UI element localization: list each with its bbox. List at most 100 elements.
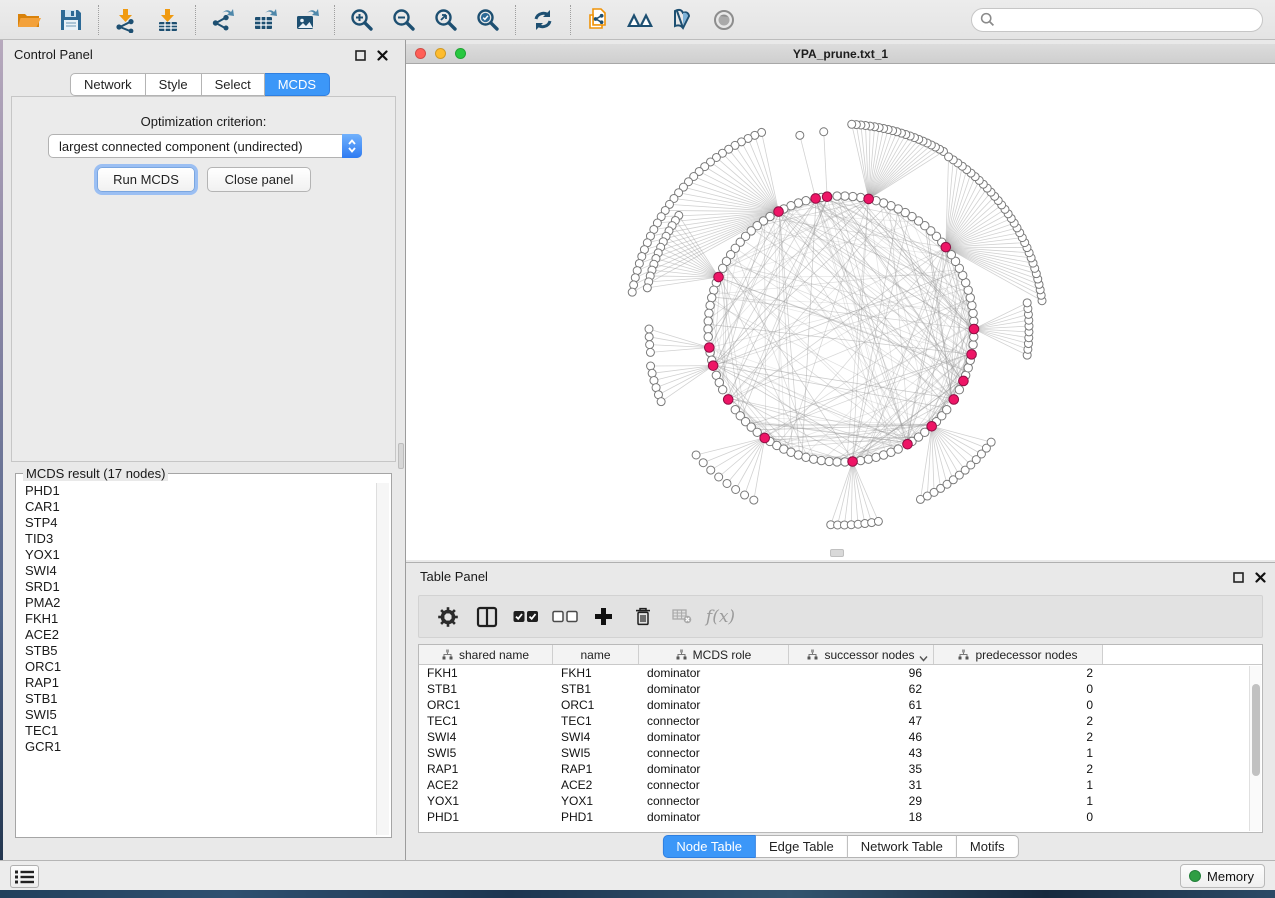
column-pane-button[interactable] <box>471 601 503 633</box>
mcds-result-item[interactable]: TEC1 <box>18 723 389 739</box>
task-history-button[interactable] <box>10 865 39 888</box>
table-cell: 1 <box>934 778 1103 792</box>
mcds-result-item[interactable]: TID3 <box>18 531 389 547</box>
float-panel-button[interactable] <box>353 48 367 62</box>
criterion-select[interactable]: largest connected component (undirected) <box>48 134 362 158</box>
close-panel-button[interactable] <box>375 48 389 62</box>
column-header-name[interactable]: name <box>553 645 639 664</box>
mcds-result-item[interactable]: CAR1 <box>18 499 389 515</box>
tab-network[interactable]: Network <box>70 73 146 96</box>
column-header-predecessor-nodes[interactable]: predecessor nodes <box>934 645 1103 664</box>
main-toolbar <box>0 0 1275 40</box>
memory-button[interactable]: Memory <box>1180 864 1265 888</box>
zoom-fit-button[interactable] <box>429 3 463 37</box>
close-mcds-panel-button[interactable]: Close panel <box>207 167 311 192</box>
table-cell: connector <box>639 746 789 760</box>
horizontal-splitter-grip[interactable] <box>830 549 844 557</box>
column-header-successor-nodes[interactable]: successor nodes <box>789 645 934 664</box>
export-network-button[interactable] <box>206 3 240 37</box>
mcds-result-item[interactable]: YOX1 <box>18 547 389 563</box>
mcds-result-item[interactable]: STB1 <box>18 691 389 707</box>
mcds-result-item[interactable]: PMA2 <box>18 595 389 611</box>
binoculars-icon <box>626 7 654 33</box>
window-maximize-button[interactable] <box>455 48 466 59</box>
mcds-result-item[interactable]: ORC1 <box>18 659 389 675</box>
eye-button[interactable] <box>707 3 741 37</box>
float-table-panel-button[interactable] <box>1231 570 1245 584</box>
table-cell: ORC1 <box>419 698 553 712</box>
tab-motifs[interactable]: Motifs <box>957 835 1019 858</box>
table-row[interactable]: SWI4SWI4dominator462 <box>419 729 1262 745</box>
column-header-shared-name[interactable]: shared name <box>419 645 553 664</box>
delete-column-button[interactable] <box>627 601 659 633</box>
mcds-result-item[interactable]: SWI5 <box>18 707 389 723</box>
save-button[interactable] <box>54 3 88 37</box>
mcds-result-item[interactable]: GCR1 <box>18 739 389 755</box>
zoom-selected-button[interactable] <box>471 3 505 37</box>
table-row[interactable]: STB1STB1dominator620 <box>419 681 1262 697</box>
network-canvas[interactable] <box>406 64 1275 560</box>
settings-gear-icon <box>436 605 460 629</box>
close-table-panel-button[interactable] <box>1253 570 1267 584</box>
tab-node-table[interactable]: Node Table <box>662 835 756 858</box>
panel-splitter[interactable] <box>397 40 406 860</box>
export-image-button[interactable] <box>290 3 324 37</box>
table-row[interactable]: YOX1YOX1connector291 <box>419 793 1262 809</box>
select-all-button[interactable] <box>510 601 542 633</box>
table-row[interactable]: ORC1ORC1dominator610 <box>419 697 1262 713</box>
network-window-titlebar[interactable]: YPA_prune.txt_1 <box>406 44 1275 64</box>
tab-select[interactable]: Select <box>202 73 265 96</box>
refresh-button[interactable] <box>526 3 560 37</box>
result-scrollbar[interactable] <box>376 483 389 835</box>
table-settings-button[interactable] <box>432 601 464 633</box>
mcds-result-item[interactable]: SRD1 <box>18 579 389 595</box>
mcds-result-list[interactable]: PHD1CAR1STP4TID3YOX1SWI4SRD1PMA2FKH1ACE2… <box>18 483 389 835</box>
zoom-in-button[interactable] <box>345 3 379 37</box>
tab-mcds[interactable]: MCDS <box>265 73 330 96</box>
import-table-button[interactable] <box>151 3 185 37</box>
table-row[interactable]: ACE2ACE2connector311 <box>419 777 1262 793</box>
mcds-result-item[interactable]: SWI4 <box>18 563 389 579</box>
table-row[interactable]: TEC1TEC1connector472 <box>419 713 1262 729</box>
tab-edge-table[interactable]: Edge Table <box>756 835 848 858</box>
mcds-result-item[interactable]: STP4 <box>18 515 389 531</box>
window-close-button[interactable] <box>415 48 426 59</box>
mcds-result-item[interactable]: STB5 <box>18 643 389 659</box>
function-icon: f(x) <box>706 607 735 627</box>
tab-network-table[interactable]: Network Table <box>848 835 957 858</box>
table-toolbar: f(x) <box>418 595 1263 638</box>
table-cell: 62 <box>789 682 934 696</box>
table-scrollbar[interactable] <box>1249 666 1261 831</box>
export-table-button[interactable] <box>248 3 282 37</box>
optimization-criterion-label: Optimization criterion: <box>12 114 395 129</box>
table-row[interactable]: FKH1FKH1dominator962 <box>419 665 1262 681</box>
deselect-all-button[interactable] <box>549 601 581 633</box>
add-column-button[interactable] <box>588 601 620 633</box>
table-cell: ORC1 <box>553 698 639 712</box>
search-box <box>971 8 1263 32</box>
clone-network-button[interactable] <box>581 3 615 37</box>
tab-style[interactable]: Style <box>146 73 202 96</box>
select-all-icon <box>513 610 539 623</box>
mcds-result-item[interactable]: FKH1 <box>18 611 389 627</box>
mcds-result-item[interactable]: ACE2 <box>18 627 389 643</box>
mcds-result-item[interactable]: RAP1 <box>18 675 389 691</box>
window-minimize-button[interactable] <box>435 48 446 59</box>
delete-table-button[interactable] <box>666 601 698 633</box>
table-cell: 2 <box>934 730 1103 744</box>
open-button[interactable] <box>12 3 46 37</box>
run-mcds-button[interactable]: Run MCDS <box>97 167 195 192</box>
search-input[interactable] <box>995 10 1262 30</box>
function-builder-button[interactable]: f(x) <box>705 601 737 633</box>
table-row[interactable]: PHD1PHD1dominator180 <box>419 809 1262 825</box>
table-row[interactable]: RAP1RAP1dominator352 <box>419 761 1262 777</box>
column-header-mcds-role[interactable]: MCDS role <box>639 645 789 664</box>
zoom-out-button[interactable] <box>387 3 421 37</box>
splitter-grip[interactable] <box>398 443 404 469</box>
table-row[interactable]: SWI5SWI5connector431 <box>419 745 1262 761</box>
table-scrollbar-thumb[interactable] <box>1252 684 1260 776</box>
mcds-result-item[interactable]: PHD1 <box>18 483 389 499</box>
import-network-button[interactable] <box>109 3 143 37</box>
binoculars-button[interactable] <box>623 3 657 37</box>
style-preview-button[interactable] <box>665 3 699 37</box>
